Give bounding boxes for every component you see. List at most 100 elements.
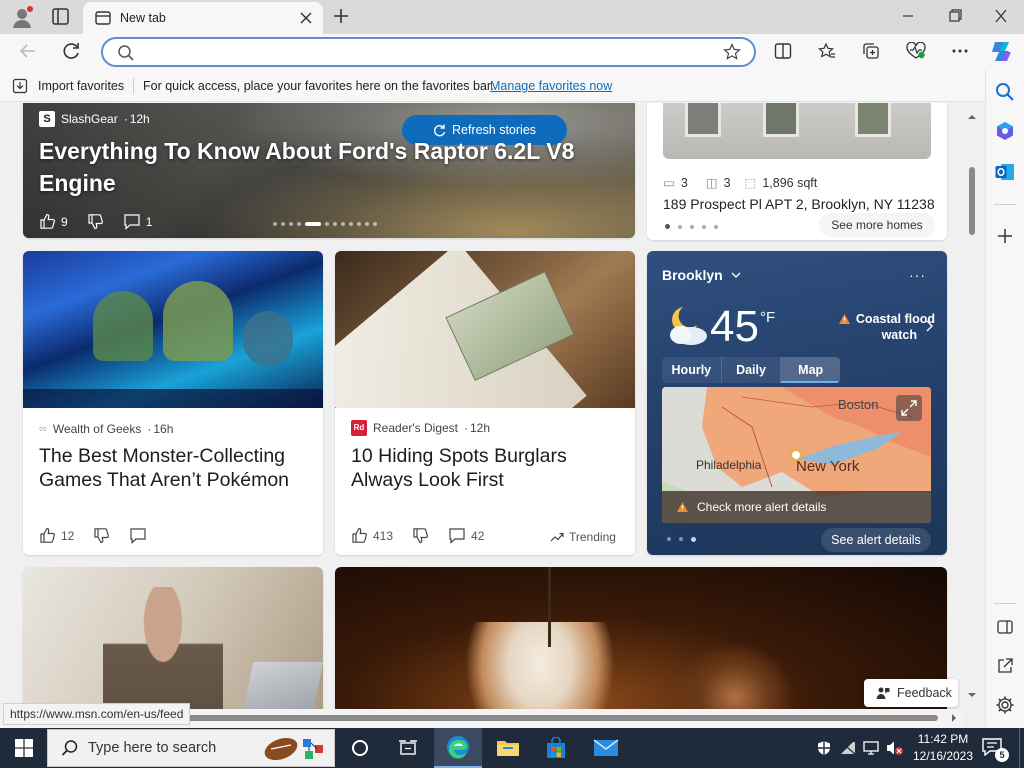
- edge-taskbar-button[interactable]: [434, 728, 482, 768]
- carousel-dot[interactable]: [365, 222, 369, 226]
- favorites-icon[interactable]: [818, 42, 836, 60]
- comment-icon[interactable]: [448, 527, 466, 544]
- like-icon[interactable]: [351, 527, 368, 544]
- favorite-star-icon[interactable]: [723, 43, 741, 61]
- restore-button[interactable]: [945, 8, 965, 24]
- browser-essentials-icon[interactable]: [906, 42, 926, 60]
- show-desktop-button[interactable]: [1019, 728, 1024, 768]
- close-window-button[interactable]: [991, 8, 1011, 24]
- sidebar-add-icon[interactable]: [996, 227, 1014, 245]
- carousel-dot-active[interactable]: [305, 222, 321, 226]
- file-explorer-button[interactable]: [484, 728, 532, 768]
- carousel-dot[interactable]: [349, 222, 353, 226]
- cortana-button[interactable]: [336, 728, 384, 768]
- carousel-dot[interactable]: [289, 222, 293, 226]
- sidebar-outlook-icon[interactable]: [994, 161, 1016, 183]
- hide-sidebar-icon[interactable]: [996, 618, 1014, 636]
- network-icon[interactable]: [839, 740, 857, 756]
- story-card-monster-games[interactable]: ∞ Wealth of Geeks · 16h The Best Monster…: [23, 251, 323, 555]
- home-carousel-dots[interactable]: [665, 224, 718, 229]
- vertical-scrollbar[interactable]: [963, 103, 981, 709]
- story-card-hiding-spots[interactable]: Rd Reader's Digest · 12h 10 Hiding Spots…: [335, 251, 635, 555]
- task-view-button[interactable]: [384, 728, 432, 768]
- like-icon[interactable]: [39, 527, 56, 544]
- card2-headline[interactable]: 10 Hiding Spots Burglars Always Look Fir…: [351, 444, 627, 492]
- display-icon[interactable]: [863, 740, 879, 756]
- scroll-right-arrow-icon[interactable]: [948, 709, 960, 727]
- expand-map-icon[interactable]: [896, 395, 922, 421]
- tab-actions-icon[interactable]: [52, 8, 69, 25]
- refresh-button[interactable]: [62, 42, 82, 60]
- comment-icon[interactable]: [129, 527, 147, 544]
- manage-favorites-link[interactable]: Manage favorites now: [490, 79, 612, 93]
- hero-headline[interactable]: Everything To Know About Ford's Raptor 6…: [39, 135, 599, 199]
- more-menu-icon[interactable]: [950, 42, 970, 60]
- like-icon[interactable]: [39, 213, 56, 230]
- chevron-right-icon: [926, 320, 933, 332]
- system-clock[interactable]: 11:42 PM 12/16/2023: [910, 731, 976, 765]
- feedback-button[interactable]: Feedback: [864, 679, 958, 707]
- weather-map[interactable]: Boston Philadelphia New York Check more …: [662, 387, 931, 523]
- vertical-scroll-thumb[interactable]: [969, 167, 975, 235]
- volume-muted-icon[interactable]: [886, 740, 904, 756]
- feedback-icon: [876, 687, 890, 699]
- external-link-icon[interactable]: [996, 657, 1014, 675]
- weather-location[interactable]: Brooklyn: [662, 267, 741, 283]
- dislike-icon[interactable]: [87, 213, 104, 230]
- notification-center-button[interactable]: 5: [982, 738, 1009, 762]
- hero-story-card[interactable]: S SlashGear · 12h Refresh stories Everyt…: [23, 103, 635, 238]
- carousel-dot[interactable]: [273, 222, 277, 226]
- carousel-dot[interactable]: [325, 222, 329, 226]
- profile-icon[interactable]: [10, 5, 34, 29]
- hero-actions: 9 1: [39, 213, 152, 230]
- tab-new-tab[interactable]: New tab: [83, 2, 323, 34]
- copilot-icon[interactable]: [989, 38, 1015, 64]
- import-favorites-button[interactable]: Import favorites: [38, 79, 124, 93]
- carousel-dot[interactable]: [281, 222, 285, 226]
- address-bar[interactable]: [101, 37, 756, 67]
- story-card-bottom-right[interactable]: [335, 567, 947, 727]
- see-more-homes-button[interactable]: See more homes: [819, 213, 935, 237]
- weather-tab-map[interactable]: Map: [781, 357, 840, 383]
- weather-tab-hourly[interactable]: Hourly: [662, 357, 722, 383]
- import-favorites-icon[interactable]: [12, 78, 28, 94]
- weather-alert[interactable]: Coastal flood watch: [825, 311, 935, 343]
- back-button[interactable]: [18, 42, 38, 60]
- close-tab-icon[interactable]: [299, 11, 313, 25]
- sidebar-search-icon[interactable]: [995, 82, 1015, 102]
- add-tab-icon[interactable]: [333, 8, 349, 24]
- defender-icon[interactable]: [816, 740, 832, 756]
- map-alert-bar[interactable]: Check more alert details: [662, 491, 931, 523]
- carousel-dots[interactable]: [273, 220, 377, 228]
- dislike-icon[interactable]: [93, 527, 110, 544]
- address-input[interactable]: [149, 44, 709, 61]
- dislike-icon[interactable]: [412, 527, 429, 544]
- minimize-button[interactable]: [898, 8, 918, 24]
- collections-icon[interactable]: [862, 42, 880, 60]
- sidebar-m365-icon[interactable]: [994, 120, 1016, 142]
- mail-button[interactable]: [582, 728, 630, 768]
- carousel-dot[interactable]: [341, 222, 345, 226]
- taskbar-search-box[interactable]: Type here to search: [47, 729, 335, 767]
- carousel-dot[interactable]: [333, 222, 337, 226]
- comment-icon[interactable]: [123, 213, 141, 230]
- start-button[interactable]: [0, 728, 47, 768]
- carousel-dot[interactable]: [373, 222, 377, 226]
- carousel-dot[interactable]: [297, 222, 301, 226]
- split-screen-icon[interactable]: [774, 42, 792, 60]
- carousel-dot[interactable]: [357, 222, 361, 226]
- card1-headline[interactable]: The Best Monster-Collecting Games That A…: [39, 444, 315, 492]
- scroll-down-arrow-icon[interactable]: [963, 689, 981, 701]
- scroll-up-arrow-icon[interactable]: [963, 111, 981, 123]
- weather-more-icon[interactable]: ···: [909, 267, 926, 283]
- weather-city: Brooklyn: [662, 267, 723, 283]
- home-address[interactable]: 189 Prospect Pl APT 2, Brooklyn, NY 1123…: [663, 196, 935, 212]
- home-listing-card[interactable]: ▭ 3 ◫ 3 ⬚ 1,896 sqft 189 Prospect Pl APT…: [647, 103, 947, 240]
- settings-gear-icon[interactable]: [995, 695, 1015, 715]
- weather-carousel-dots[interactable]: [667, 537, 696, 542]
- see-alert-details-button[interactable]: See alert details: [821, 528, 931, 552]
- weather-tab-daily[interactable]: Daily: [722, 357, 782, 383]
- weather-card[interactable]: Brooklyn ··· 45 °F Coastal flood watch H…: [647, 251, 947, 555]
- home-baths: 3: [723, 175, 731, 190]
- microsoft-store-button[interactable]: [532, 728, 580, 768]
